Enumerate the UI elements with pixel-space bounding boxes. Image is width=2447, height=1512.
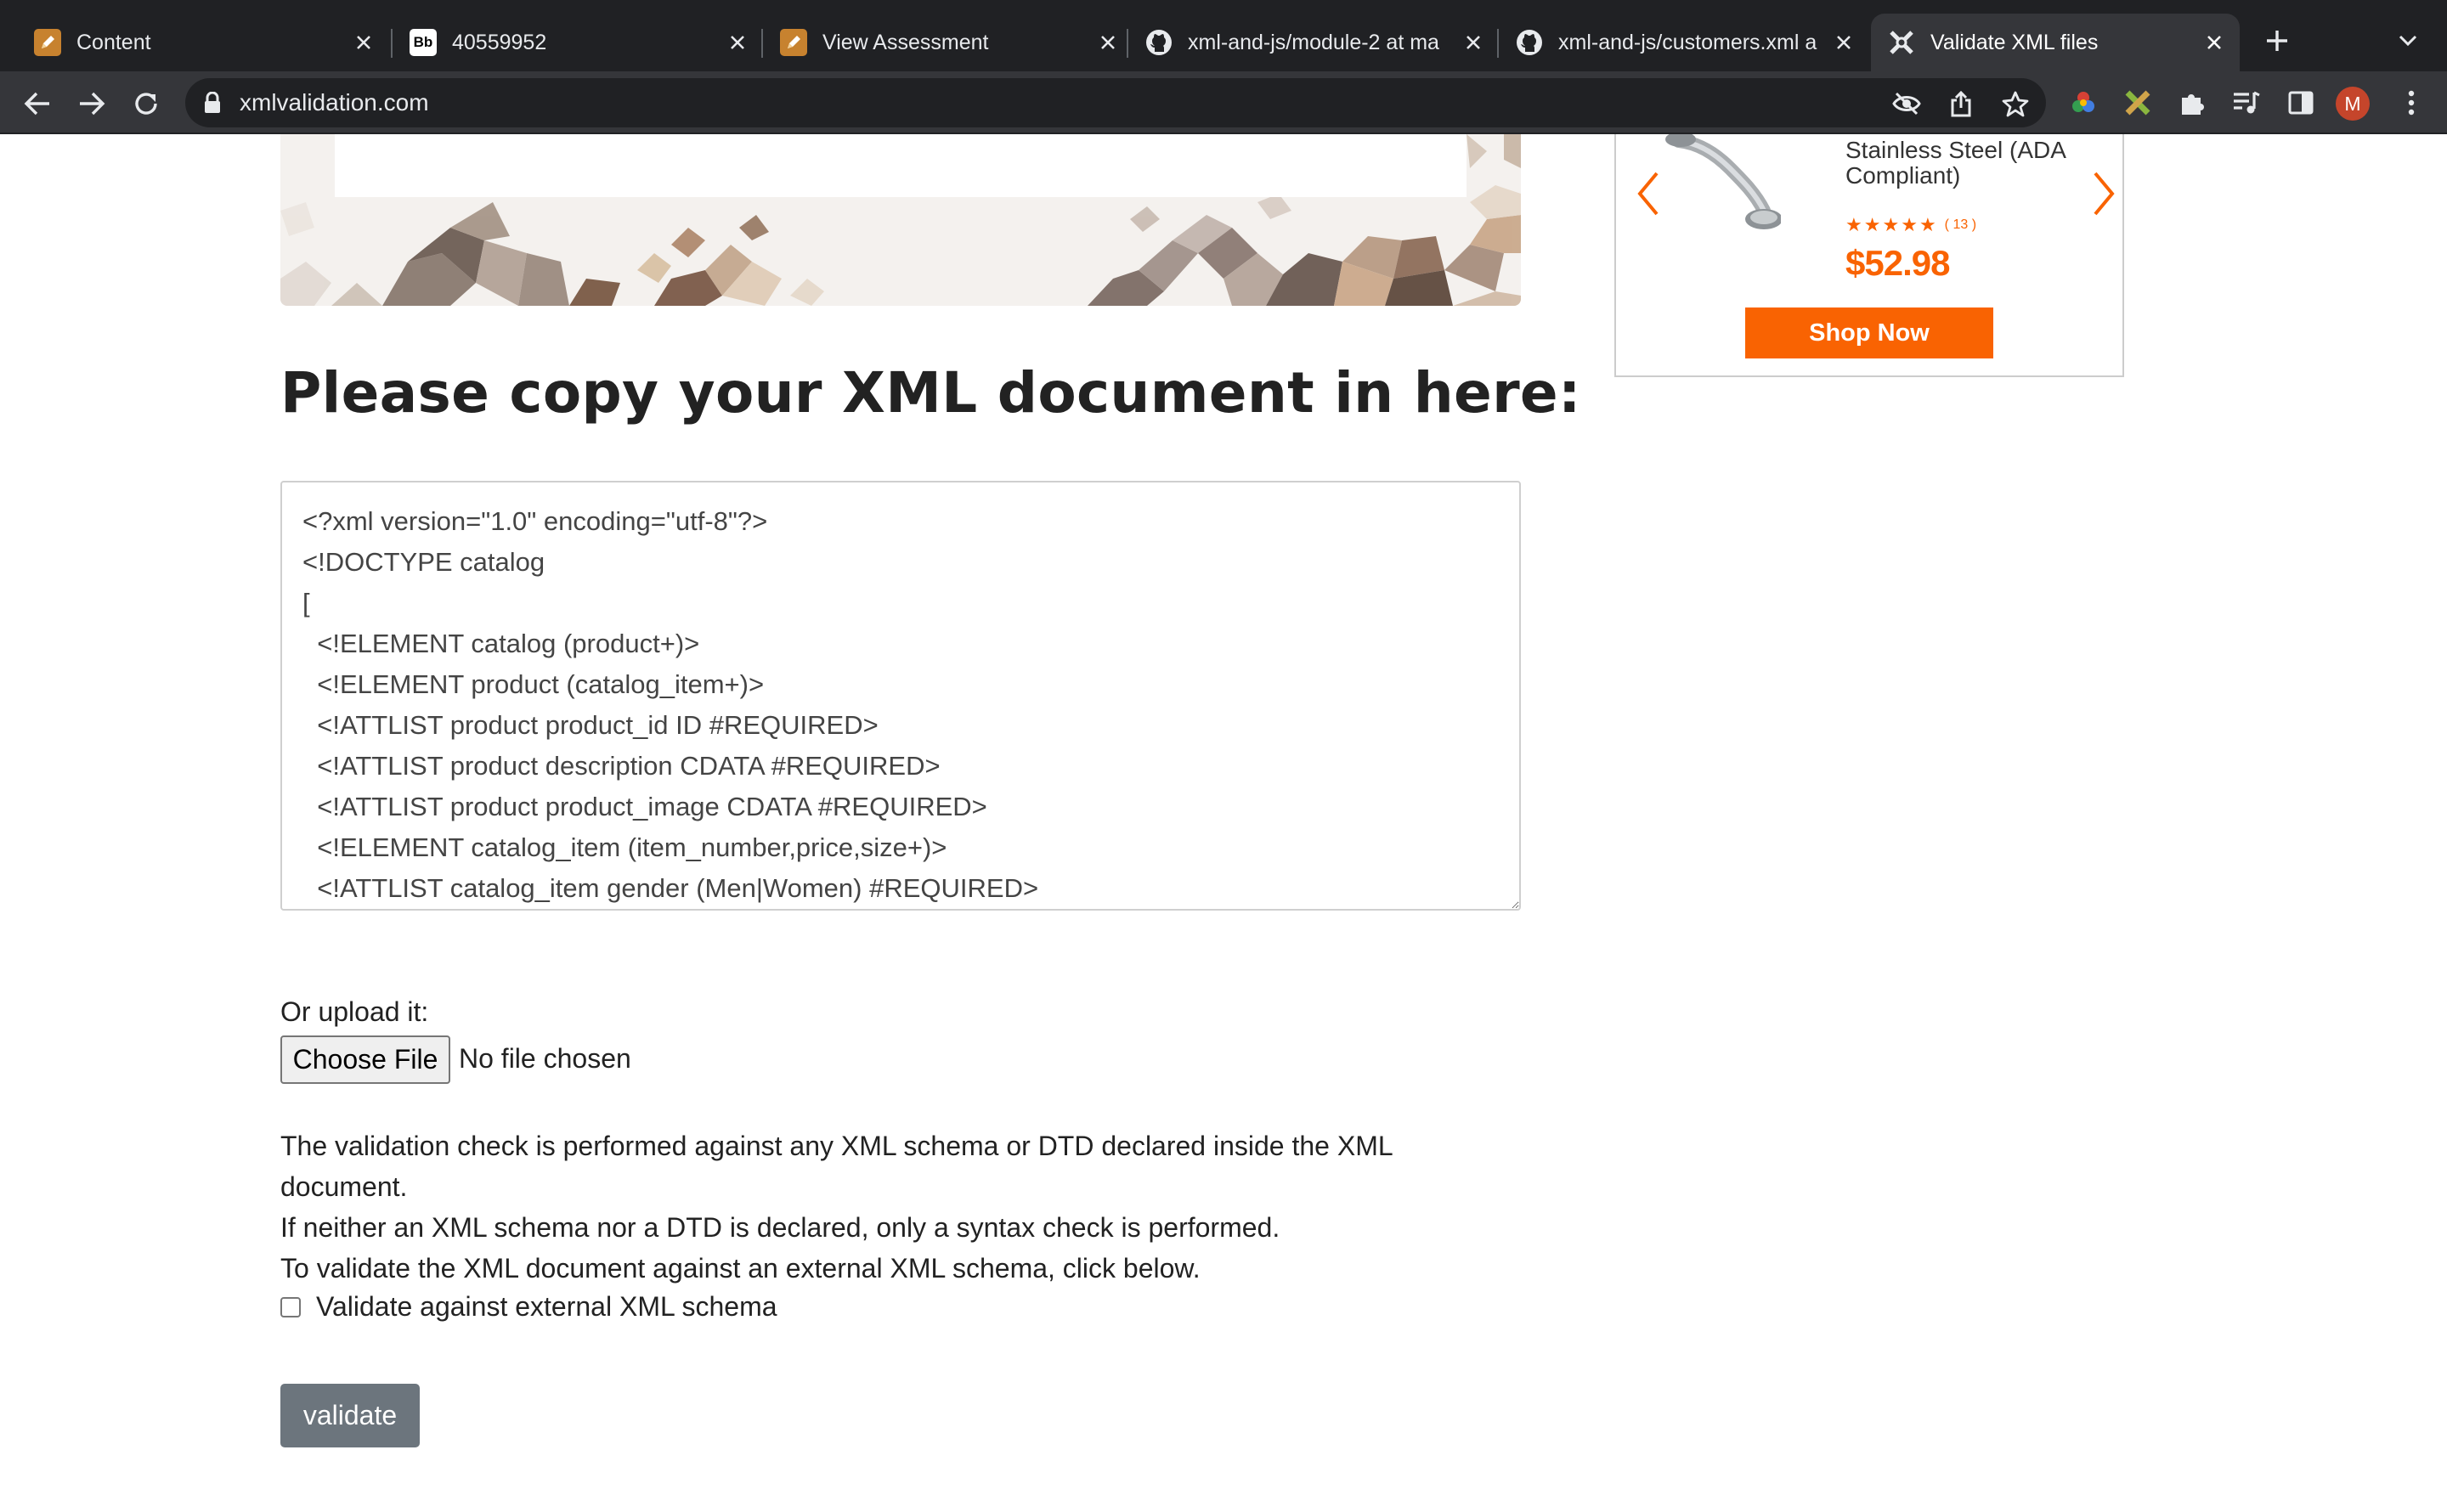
xmlvalidation-icon xyxy=(1888,29,1915,56)
tab-search-button[interactable] xyxy=(2393,25,2423,56)
star-icon: ★ xyxy=(1919,214,1936,235)
shop-now-button[interactable]: Shop Now xyxy=(1745,307,1993,358)
page-heading: Please copy your XML document in here: xyxy=(280,360,1581,426)
validate-button[interactable]: validate xyxy=(280,1384,420,1447)
external-schema-label[interactable]: Validate against external XML schema xyxy=(316,1291,777,1323)
close-icon[interactable] xyxy=(1094,29,1122,56)
lock-icon[interactable] xyxy=(204,91,221,118)
tab-validate-xml[interactable]: Validate XML files xyxy=(1871,14,2240,71)
tab-title: Validate XML files xyxy=(1930,30,2099,54)
close-icon[interactable] xyxy=(350,29,377,56)
tab-view-assessment[interactable]: View Assessment xyxy=(763,14,1133,71)
url-text[interactable]: xmlvalidation.com xyxy=(240,89,429,116)
ad-next-button[interactable] xyxy=(2088,168,2119,219)
close-icon[interactable] xyxy=(724,29,751,56)
side-panel-icon[interactable] xyxy=(2284,86,2318,120)
media-queue-icon[interactable] xyxy=(2229,86,2263,120)
new-tab-button[interactable] xyxy=(2258,22,2296,59)
xml-input-textarea[interactable]: <?xml version="1.0" encoding="utf-8"?> <… xyxy=(280,481,1521,911)
close-icon[interactable] xyxy=(1830,29,1857,56)
arrow-right-icon xyxy=(80,92,105,116)
arrow-left-icon xyxy=(24,92,49,116)
tab-github-module-2[interactable]: xml-and-js/module-2 at ma xyxy=(1128,14,1499,71)
bookmark-star-icon[interactable] xyxy=(2000,88,2031,119)
product-ad[interactable]: Stainless Steel (ADA Compliant) ★ ★ ★ ★ … xyxy=(1614,132,2124,377)
extensions-puzzle-icon[interactable] xyxy=(2175,86,2209,120)
pencil-icon xyxy=(34,29,61,56)
external-schema-option[interactable]: Validate against external XML schema xyxy=(280,1291,777,1323)
tab-title: View Assessment xyxy=(822,30,989,54)
tab-title: xml-and-js/module-2 at ma xyxy=(1188,30,1439,54)
share-icon[interactable] xyxy=(1946,88,1976,119)
reload-button[interactable] xyxy=(129,87,163,121)
kebab-menu-icon[interactable] xyxy=(2394,86,2428,120)
upload-label: Or upload it: xyxy=(280,996,429,1027)
color-wheel-extension-icon[interactable] xyxy=(2066,86,2100,120)
pencil-icon xyxy=(780,29,807,56)
cross-extension-icon[interactable] xyxy=(2121,86,2155,120)
info-line: If neither an XML schema nor a DTD is de… xyxy=(280,1212,1280,1243)
tab-github-customers[interactable]: xml-and-js/customers.xml a xyxy=(1499,14,1869,71)
chevron-down-icon xyxy=(2399,35,2417,47)
star-icon: ★ xyxy=(1845,214,1862,235)
github-icon xyxy=(1516,29,1543,56)
blackboard-icon: Bb xyxy=(410,29,437,56)
banner-inner-panel xyxy=(335,134,1467,197)
browser-tab-bar: Content Bb 40559952 View Assessment xml-… xyxy=(0,0,2447,71)
info-line: The validation check is performed agains… xyxy=(280,1131,1393,1202)
validation-info: The validation check is performed agains… xyxy=(280,1126,1504,1289)
header-banner-image xyxy=(280,134,1521,306)
chevron-right-icon xyxy=(2094,172,2115,216)
external-schema-checkbox[interactable] xyxy=(280,1296,301,1317)
close-icon[interactable] xyxy=(2201,29,2228,56)
star-icon: ★ xyxy=(1863,214,1881,235)
github-icon xyxy=(1145,29,1173,56)
ad-rating: ★ ★ ★ ★ ★ ( 13 ) xyxy=(1845,214,1976,236)
file-status-text: No file chosen xyxy=(459,1043,631,1074)
tab-40559952[interactable]: Bb 40559952 xyxy=(393,14,763,71)
back-button[interactable] xyxy=(20,87,54,121)
address-bar[interactable]: xmlvalidation.com xyxy=(185,78,2046,127)
star-icon: ★ xyxy=(1882,214,1900,235)
browser-toolbar: xmlvalidation.com M xyxy=(0,71,2447,134)
profile-avatar[interactable]: M xyxy=(2336,87,2370,121)
ad-review-count: ( 13 ) xyxy=(1944,217,1977,232)
close-icon[interactable] xyxy=(1460,29,1487,56)
plus-icon xyxy=(2267,31,2287,51)
info-line: To validate the XML document against an … xyxy=(280,1253,1201,1284)
tab-title: 40559952 xyxy=(452,30,547,54)
grab-bar-image[interactable] xyxy=(1662,132,1783,245)
ad-prev-button[interactable] xyxy=(1633,168,1664,219)
choose-file-button[interactable]: Choose File xyxy=(280,1035,450,1084)
chevron-left-icon xyxy=(1637,172,1659,216)
forward-button[interactable] xyxy=(75,87,109,121)
tab-title: xml-and-js/customers.xml a xyxy=(1558,30,1817,54)
reload-icon xyxy=(135,93,157,115)
eye-slash-icon[interactable] xyxy=(1891,88,1922,119)
star-icon: ★ xyxy=(1901,214,1918,235)
ad-price: $52.98 xyxy=(1845,243,1950,283)
ad-product-name[interactable]: Stainless Steel (ADA Compliant) xyxy=(1845,138,2083,189)
tab-title: Content xyxy=(76,30,151,54)
tab-content[interactable]: Content xyxy=(17,14,389,71)
